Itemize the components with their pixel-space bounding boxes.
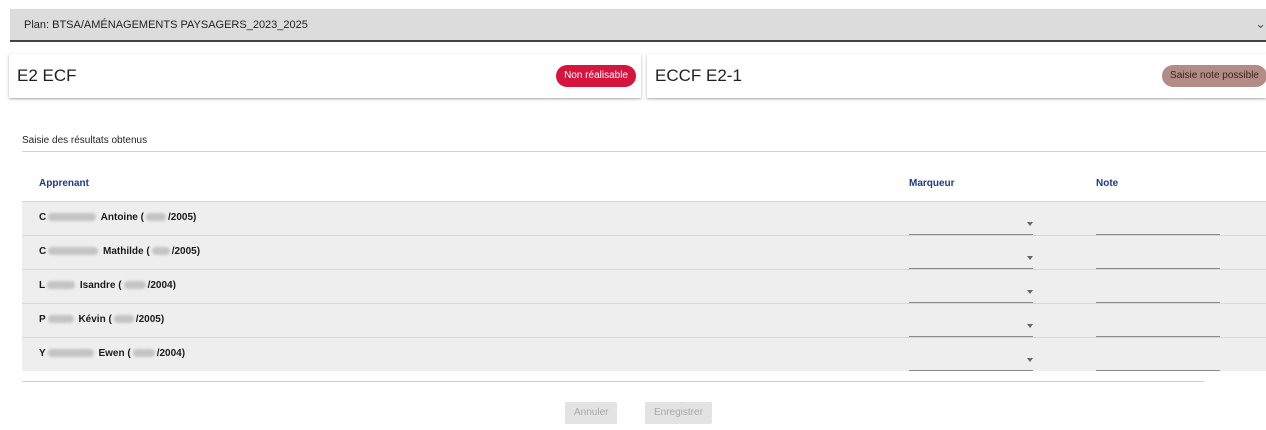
first-name: Kévin ( <box>78 314 112 325</box>
redacted-text <box>47 315 74 324</box>
first-name: Isandre ( <box>79 280 122 291</box>
section-title: Saisie des résultats obtenus <box>22 135 148 146</box>
redacted-text <box>145 213 166 222</box>
birth-year: /2005) <box>135 314 165 325</box>
table-row: C Antoine ( /2005) <box>22 201 1266 235</box>
table-row: Y Ewen ( /2004) <box>22 337 1266 371</box>
chevron-down-icon[interactable]: ⌄ <box>1255 16 1266 32</box>
note-input[interactable] <box>1096 284 1220 303</box>
dropdown-arrow-icon <box>1027 290 1033 294</box>
save-button[interactable]: Enregistrer <box>645 402 712 424</box>
student-name: P Kévin ( /2005) <box>39 314 164 325</box>
dropdown-arrow-icon <box>1027 324 1033 328</box>
exam-card-e2-ecf[interactable]: E2 ECF Non réalisable <box>9 54 641 98</box>
student-name: L Isandre ( /2004) <box>39 280 176 291</box>
birth-year: /2005) <box>167 212 197 223</box>
exam-card-eccf-e2-1[interactable]: ECCF E2-1 Saisie note possible <box>647 54 1266 98</box>
note-input[interactable] <box>1096 352 1220 371</box>
redacted-text <box>48 247 99 256</box>
student-name: Y Ewen ( /2004) <box>39 348 185 359</box>
table-row: C Mathilde ( /2005) <box>22 235 1266 269</box>
redacted-text <box>123 281 146 290</box>
plan-selector[interactable]: Plan: BTSA/AMÉNAGEMENTS PAYSAGERS_2023_2… <box>10 9 1266 42</box>
first-name: Ewen ( <box>98 348 131 359</box>
name-initial: Y <box>39 348 46 359</box>
marqueur-select[interactable] <box>909 318 1033 337</box>
dropdown-arrow-icon <box>1027 256 1033 260</box>
name-initial: C <box>39 246 47 257</box>
status-badge: Saisie note possible <box>1162 65 1266 87</box>
marqueur-select[interactable] <box>909 284 1033 303</box>
note-input[interactable] <box>1096 250 1220 269</box>
status-badge: Non réalisable <box>556 65 636 87</box>
redacted-text <box>48 213 97 222</box>
note-input[interactable] <box>1096 216 1220 235</box>
marqueur-select[interactable] <box>909 216 1033 235</box>
dropdown-arrow-icon <box>1027 222 1033 226</box>
section-divider <box>22 151 1266 152</box>
column-header-apprenant: Apprenant <box>39 178 89 189</box>
table-row: P Kévin ( /2005) <box>22 303 1266 337</box>
redacted-text <box>47 349 94 358</box>
cancel-button[interactable]: Annuler <box>565 402 618 424</box>
marqueur-select[interactable] <box>909 250 1033 269</box>
column-header-marqueur: Marqueur <box>909 178 955 189</box>
redacted-text <box>113 315 134 324</box>
birth-year: /2005) <box>171 246 201 257</box>
student-name: C Mathilde ( /2005) <box>39 246 200 257</box>
student-name: C Antoine ( /2005) <box>39 212 196 223</box>
plan-label: Plan: BTSA/AMÉNAGEMENTS PAYSAGERS_2023_2… <box>24 19 308 31</box>
note-input[interactable] <box>1096 318 1220 337</box>
name-initial: C <box>39 212 47 223</box>
name-initial: P <box>39 314 46 325</box>
table-footer-divider <box>22 381 1204 382</box>
redacted-text <box>132 349 155 358</box>
card-title: ECCF E2-1 <box>655 66 742 85</box>
column-header-note: Note <box>1096 178 1119 189</box>
dropdown-arrow-icon <box>1027 358 1033 362</box>
name-initial: L <box>39 280 46 291</box>
first-name: Mathilde ( <box>103 246 150 257</box>
birth-year: /2004) <box>147 280 176 291</box>
birth-year: /2004) <box>156 348 186 359</box>
redacted-text <box>151 247 170 256</box>
first-name: Antoine ( <box>100 212 144 223</box>
redacted-text <box>47 281 76 290</box>
card-title: E2 ECF <box>17 66 77 85</box>
table-row: L Isandre ( /2004) <box>22 269 1266 303</box>
marqueur-select[interactable] <box>909 352 1033 371</box>
